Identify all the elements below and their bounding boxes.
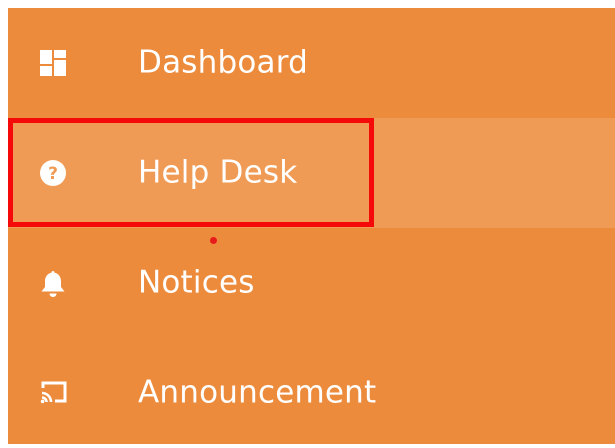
sidebar-item-label: Notices [138,264,255,301]
bell-icon [40,270,66,297]
sidebar-item-label: Dashboard [138,44,308,81]
help-circle-icon: ? [40,160,66,186]
sidebar-item-dashboard[interactable]: Dashboard [8,8,615,118]
svg-text:?: ? [48,164,58,184]
sidebar-nav: Dashboard ? Help Desk Notices Announceme… [8,8,615,444]
sidebar-item-label: Announcement [138,374,377,411]
sidebar-item-notices[interactable]: Notices [8,228,615,338]
sidebar-item-label: Help Desk [138,154,298,191]
sidebar-item-help-desk[interactable]: ? Help Desk [8,118,615,228]
cursor-marker [210,237,217,244]
cast-icon [40,380,67,406]
sidebar-item-announcement[interactable]: Announcement [8,338,615,448]
dashboard-icon [40,50,66,76]
